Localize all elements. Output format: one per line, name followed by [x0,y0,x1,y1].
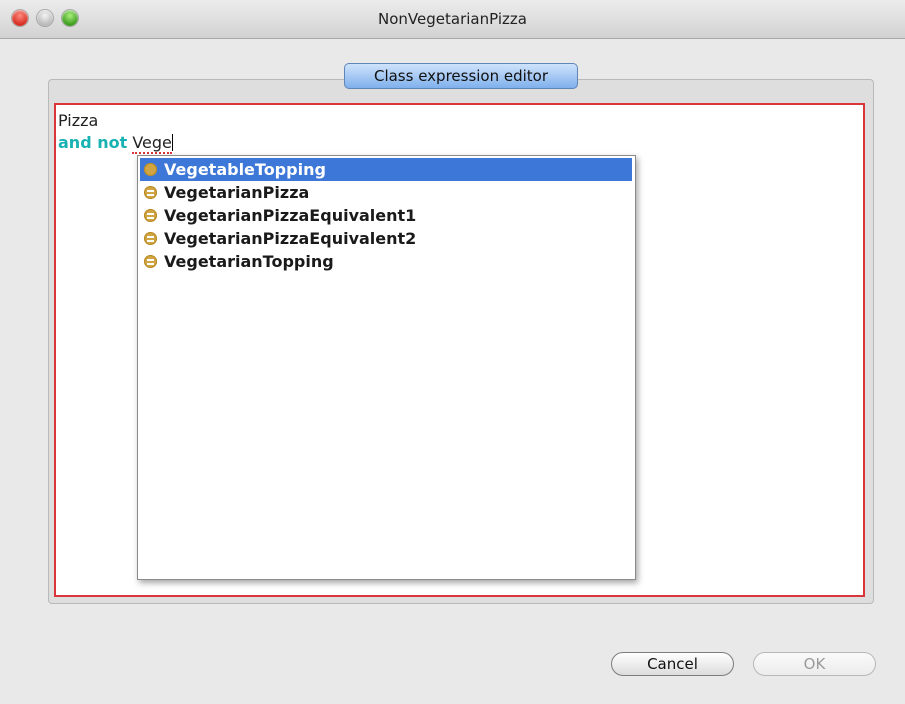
class-icon [144,163,157,176]
title-bar: NonVegetarianPizza [0,0,905,39]
autocomplete-item[interactable]: VegetarianPizzaEquivalent2 [140,227,632,250]
autocomplete-item-label: VegetarianPizzaEquivalent2 [164,229,417,248]
tab-class-expression-editor[interactable]: Class expression editor [344,63,578,89]
autocomplete-item-label: VegetableTopping [164,160,326,179]
defined-class-icon [144,255,157,268]
autocomplete-popup[interactable]: VegetableTopping VegetarianPizza Vegetar… [137,155,636,580]
typed-text: Vege [132,133,172,152]
defined-class-icon [144,232,157,245]
text-caret [171,134,173,151]
editor-line-2: and not Vege [58,133,173,152]
autocomplete-item-label: VegetarianTopping [164,252,334,271]
cancel-button[interactable]: Cancel [611,652,734,676]
editor-line-1: Pizza [58,111,99,130]
ok-button[interactable]: OK [753,652,876,676]
dialog-window: NonVegetarianPizza Class expression edit… [0,0,905,704]
autocomplete-item[interactable]: VegetarianPizzaEquivalent1 [140,204,632,227]
autocomplete-item-label: VegetarianPizzaEquivalent1 [164,206,417,225]
window-title: NonVegetarianPizza [378,10,527,28]
keyword-and-not: and not [58,133,128,152]
autocomplete-item[interactable]: VegetarianTopping [140,250,632,273]
defined-class-icon [144,209,157,222]
autocomplete-item[interactable]: VegetableTopping [140,158,632,181]
autocomplete-item[interactable]: VegetarianPizza [140,181,632,204]
autocomplete-item-label: VegetarianPizza [164,183,310,202]
defined-class-icon [144,186,157,199]
